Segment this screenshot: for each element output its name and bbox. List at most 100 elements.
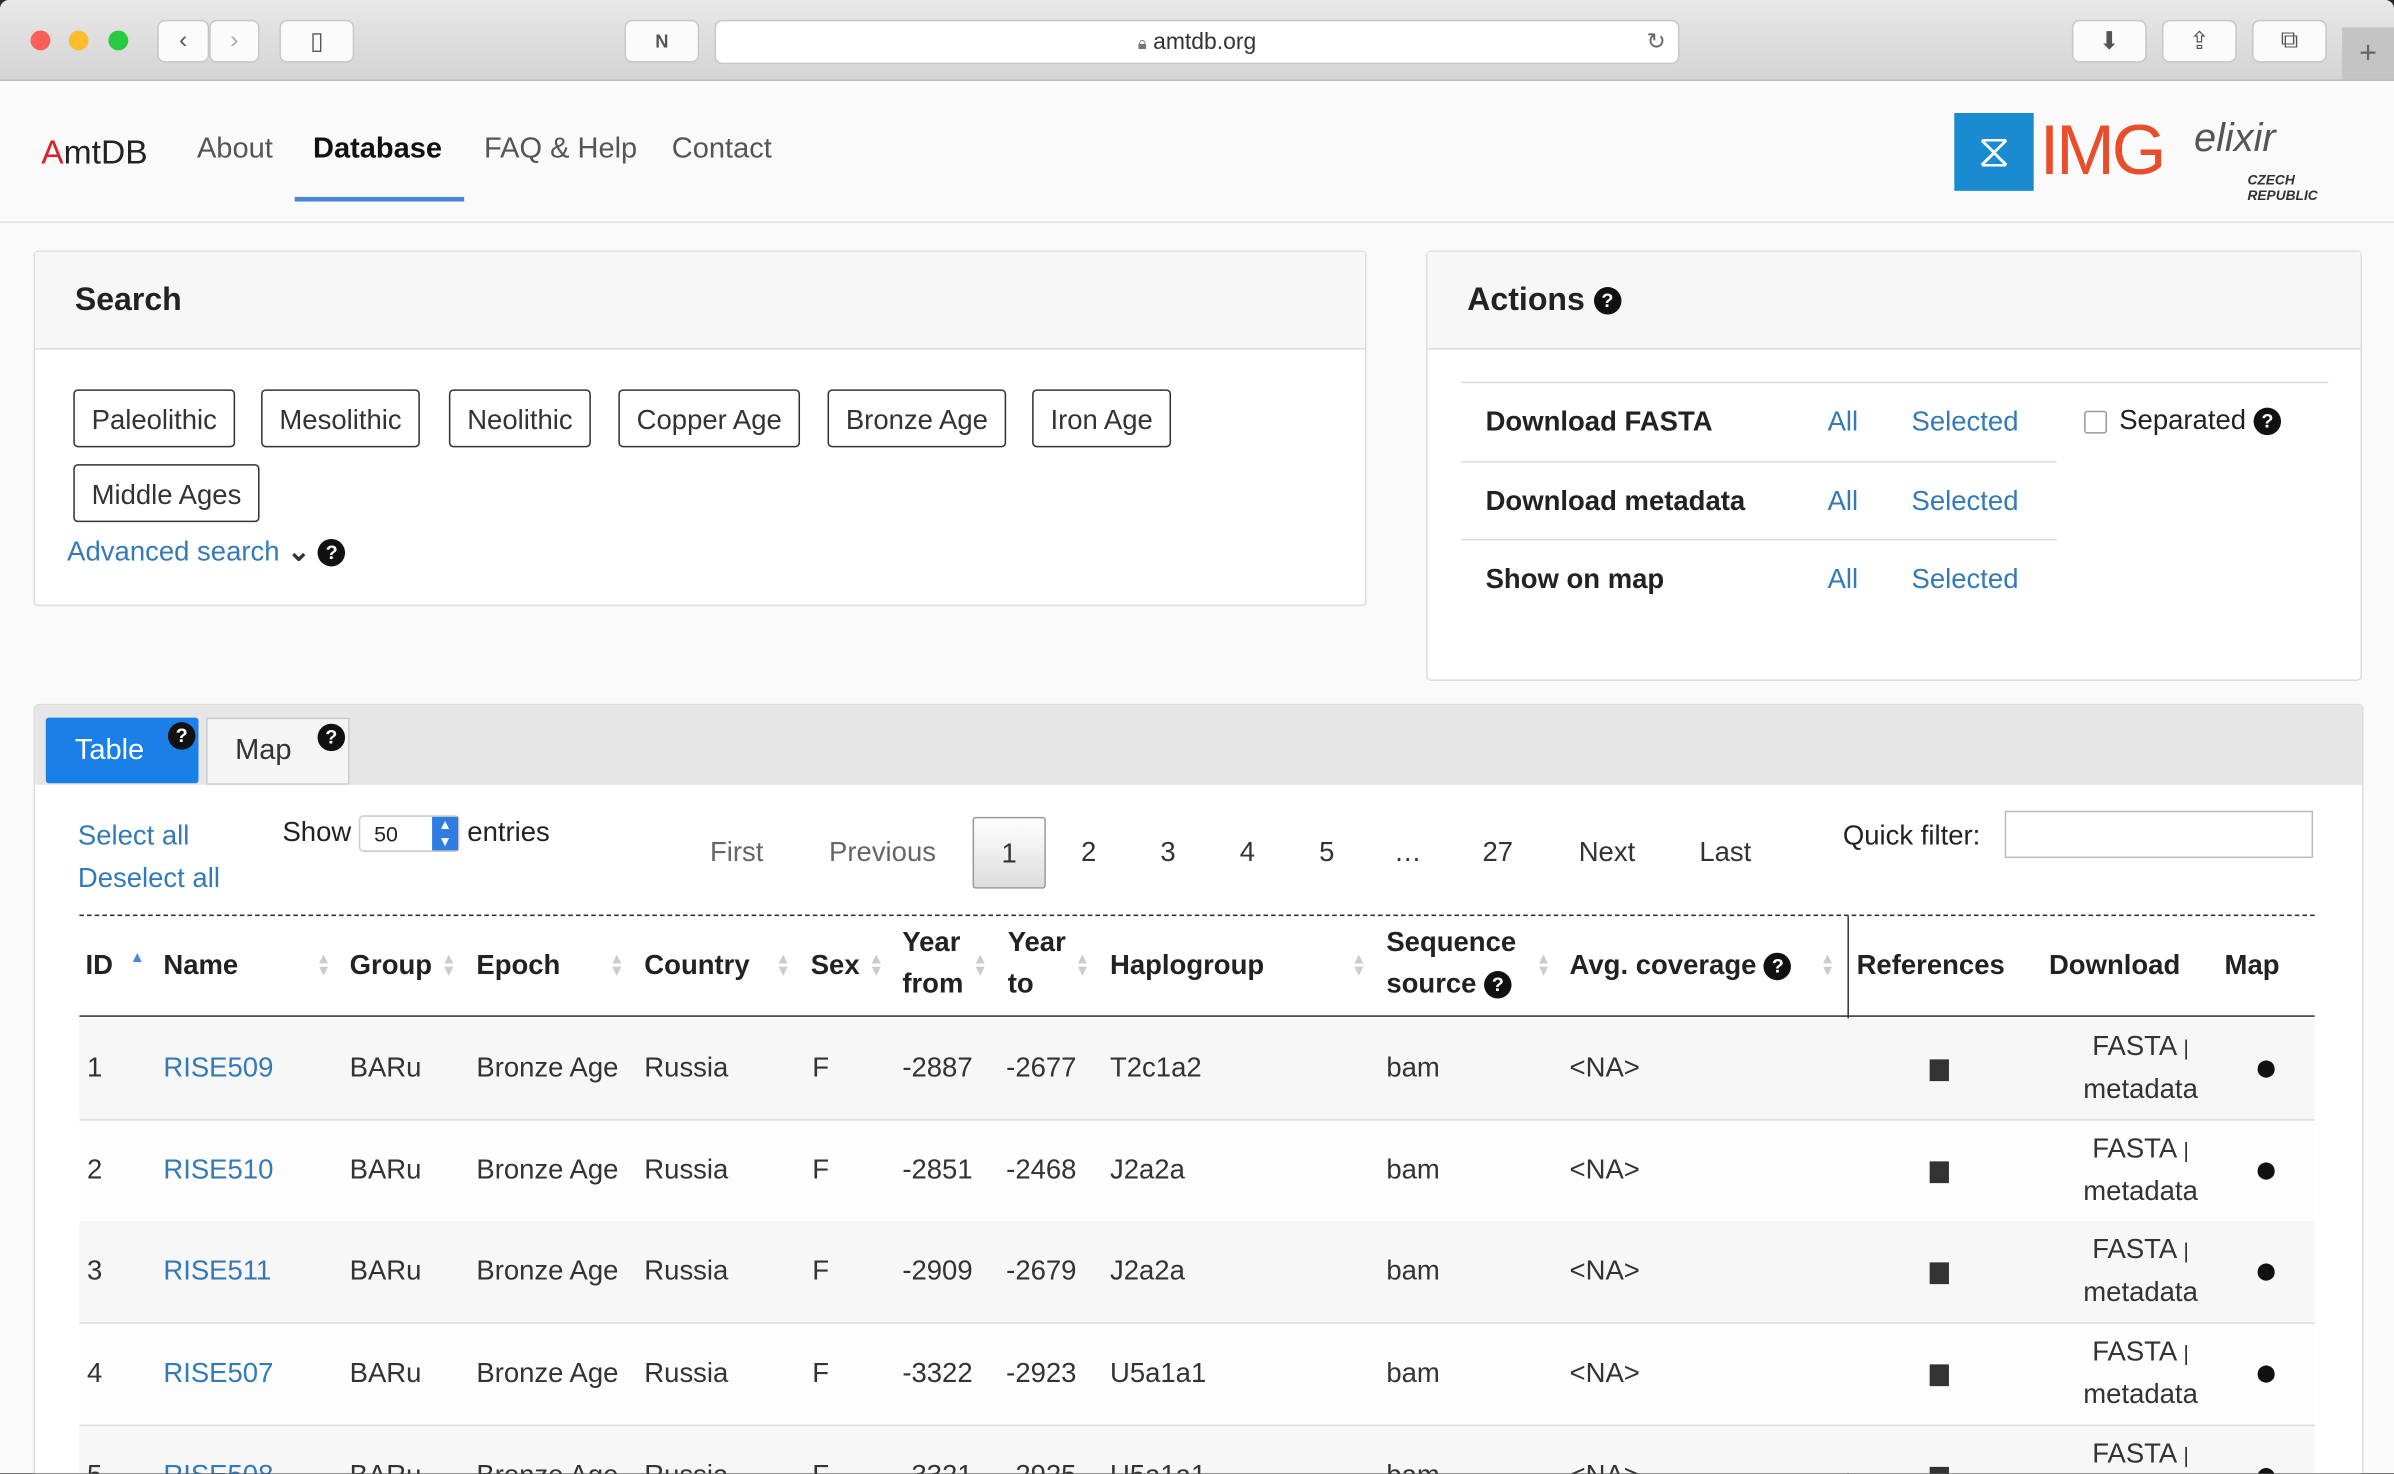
deselect-all-link[interactable]: Deselect all — [78, 857, 220, 900]
fasta-link[interactable]: FASTA — [2092, 1132, 2175, 1163]
show-on-map-selected[interactable]: Selected — [1912, 540, 2019, 616]
metadata-link[interactable]: metadata — [2083, 1379, 2198, 1410]
col-year-to[interactable]: Year to — [1008, 922, 1066, 1004]
tabs-overview-icon[interactable]: ⧉ — [2252, 19, 2327, 63]
col-haplogroup[interactable]: Haplogroup — [1110, 945, 1264, 986]
page-4[interactable]: 4 — [1240, 837, 1255, 869]
metadata-link[interactable]: metadata — [2083, 1277, 2198, 1308]
col-name[interactable]: Name — [163, 945, 238, 986]
nav-about[interactable]: About — [197, 133, 273, 167]
epoch-paleolithic-button[interactable]: Paleolithic — [73, 389, 236, 448]
help-icon[interactable]: ? — [2253, 408, 2282, 436]
page-previous[interactable]: Previous — [829, 837, 936, 869]
map-pin-icon[interactable]: ⬤ — [2257, 1364, 2276, 1383]
cell-source: bam — [1386, 1051, 1440, 1083]
tab-table[interactable]: Table? — [45, 717, 199, 784]
download-fasta-selected[interactable]: Selected — [1912, 383, 2019, 459]
site-navbar: AmtDB About Database FAQ & Help Contact … — [0, 81, 2394, 223]
downloads-icon[interactable]: ⬇ — [2071, 19, 2147, 63]
map-pin-icon[interactable]: ⬤ — [2257, 1058, 2276, 1078]
col-sequence-source[interactable]: Sequence source ? — [1386, 922, 1516, 1004]
epoch-middle-ages-button[interactable]: Middle Ages — [73, 464, 260, 523]
advanced-search-toggle[interactable]: Advanced search ⌄ ? — [67, 536, 346, 568]
map-pin-icon[interactable]: ⬤ — [2257, 1262, 2276, 1281]
cell-name[interactable]: RISE508 — [163, 1459, 273, 1473]
table-row[interactable]: 5 RISE508 BARu Bronze Age Russia F -3321 -2925 U… — [79, 1425, 2315, 1474]
table-row[interactable]: 3 RISE511 BARu Bronze Age Russia F -2909 -2679 J… — [79, 1222, 2315, 1326]
metadata-link[interactable]: metadata — [2083, 1175, 2198, 1206]
fasta-link[interactable]: FASTA — [2092, 1031, 2175, 1062]
entries-select[interactable]: 50 ▲ ▼ — [358, 815, 460, 852]
book-icon[interactable]: ▆ — [1930, 1052, 1949, 1083]
nav-faq[interactable]: FAQ & Help — [484, 133, 637, 167]
epoch-mesolithic-button[interactable]: Mesolithic — [261, 389, 420, 448]
book-icon[interactable]: ▆ — [1930, 1154, 1949, 1185]
book-icon[interactable]: ▆ — [1930, 1357, 1949, 1388]
brand-logo[interactable]: AmtDB — [41, 133, 147, 173]
download-metadata-selected[interactable]: Selected — [1912, 463, 2019, 539]
nav-database[interactable]: Database — [313, 133, 442, 167]
epoch-bronze-age-button[interactable]: Bronze Age — [827, 389, 1007, 448]
show-on-map-all[interactable]: All — [1828, 540, 1859, 616]
new-tab-icon[interactable]: + — [2342, 27, 2394, 80]
col-id[interactable]: ID — [86, 945, 113, 986]
help-icon[interactable]: ? — [1593, 287, 1622, 316]
page-next[interactable]: Next — [1579, 837, 1636, 869]
col-sex[interactable]: Sex — [811, 945, 860, 986]
table-row[interactable]: 2 RISE510 BARu Bronze Age Russia F -2851 -2468 J… — [79, 1120, 2315, 1225]
help-icon[interactable]: ? — [1484, 971, 1512, 999]
elixir-logo-sub: CZECH REPUBLIC — [2247, 172, 2318, 204]
page-last[interactable]: Last — [1699, 837, 1751, 869]
cell-name[interactable]: RISE510 — [163, 1154, 273, 1186]
forward-icon[interactable]: › — [209, 19, 260, 63]
epoch-neolithic-button[interactable]: Neolithic — [448, 389, 591, 448]
page-first[interactable]: First — [710, 837, 763, 869]
reload-icon[interactable]: ↻ — [1647, 21, 1666, 64]
map-pin-icon[interactable]: ⬤ — [2257, 1465, 2276, 1473]
maximize-window-button[interactable] — [108, 30, 129, 51]
separated-checkbox[interactable] — [2084, 410, 2107, 434]
download-metadata-all[interactable]: All — [1828, 463, 1859, 539]
col-avg-coverage[interactable]: Avg. coverage ? — [1570, 945, 1792, 986]
share-icon[interactable]: ⇪ — [2161, 19, 2237, 63]
cell-name[interactable]: RISE511 — [163, 1256, 271, 1288]
col-year-from[interactable]: Year from — [902, 922, 963, 1004]
close-window-button[interactable] — [30, 30, 51, 51]
fasta-link[interactable]: FASTA — [2092, 1234, 2175, 1265]
col-group[interactable]: Group — [350, 945, 432, 986]
minimize-window-button[interactable] — [68, 30, 89, 51]
metadata-link[interactable]: metadata — [2083, 1073, 2198, 1104]
epoch-copper-age-button[interactable]: Copper Age — [618, 389, 801, 448]
address-bar[interactable]: 🔒︎ amtdb.org ↻ — [714, 19, 1680, 65]
help-icon[interactable]: ? — [167, 722, 196, 750]
col-country[interactable]: Country — [644, 945, 749, 986]
elixir-logo: elixir — [2194, 114, 2276, 161]
cell-name[interactable]: RISE507 — [163, 1357, 273, 1389]
page-3[interactable]: 3 — [1160, 837, 1175, 869]
select-all-link[interactable]: Select all — [78, 814, 220, 857]
cell-name[interactable]: RISE509 — [163, 1052, 273, 1084]
table-row[interactable]: 1 RISE509 BARu Bronze Age Russia F -2887 -2677 T… — [79, 1018, 2315, 1123]
sidebar-icon[interactable]: ▯ — [279, 19, 355, 63]
tab-map[interactable]: Map? — [206, 717, 350, 785]
table-row[interactable]: 4 RISE507 BARu Bronze Age Russia F -3322 -2923 U… — [79, 1323, 2315, 1428]
onenote-extension-icon[interactable]: N — [624, 19, 700, 63]
fasta-link[interactable]: FASTA — [2092, 1438, 2175, 1469]
back-icon[interactable]: ‹ — [157, 19, 210, 63]
book-icon[interactable]: ▆ — [1930, 1459, 1949, 1473]
quick-filter-input[interactable] — [2004, 810, 2314, 859]
help-icon[interactable]: ? — [1764, 953, 1792, 981]
download-fasta-all[interactable]: All — [1828, 383, 1859, 459]
book-icon[interactable]: ▆ — [1930, 1256, 1949, 1287]
help-icon[interactable]: ? — [317, 539, 346, 567]
page-1[interactable]: 1 — [972, 816, 1046, 889]
nav-contact[interactable]: Contact — [672, 133, 772, 167]
page-2[interactable]: 2 — [1081, 837, 1096, 869]
page-27[interactable]: 27 — [1483, 837, 1514, 869]
fasta-link[interactable]: FASTA — [2092, 1336, 2175, 1367]
map-pin-icon[interactable]: ⬤ — [2257, 1160, 2276, 1179]
help-icon[interactable]: ? — [317, 723, 346, 752]
page-5[interactable]: 5 — [1319, 837, 1334, 869]
col-epoch[interactable]: Epoch — [476, 945, 560, 986]
epoch-iron-age-button[interactable]: Iron Age — [1032, 389, 1172, 448]
